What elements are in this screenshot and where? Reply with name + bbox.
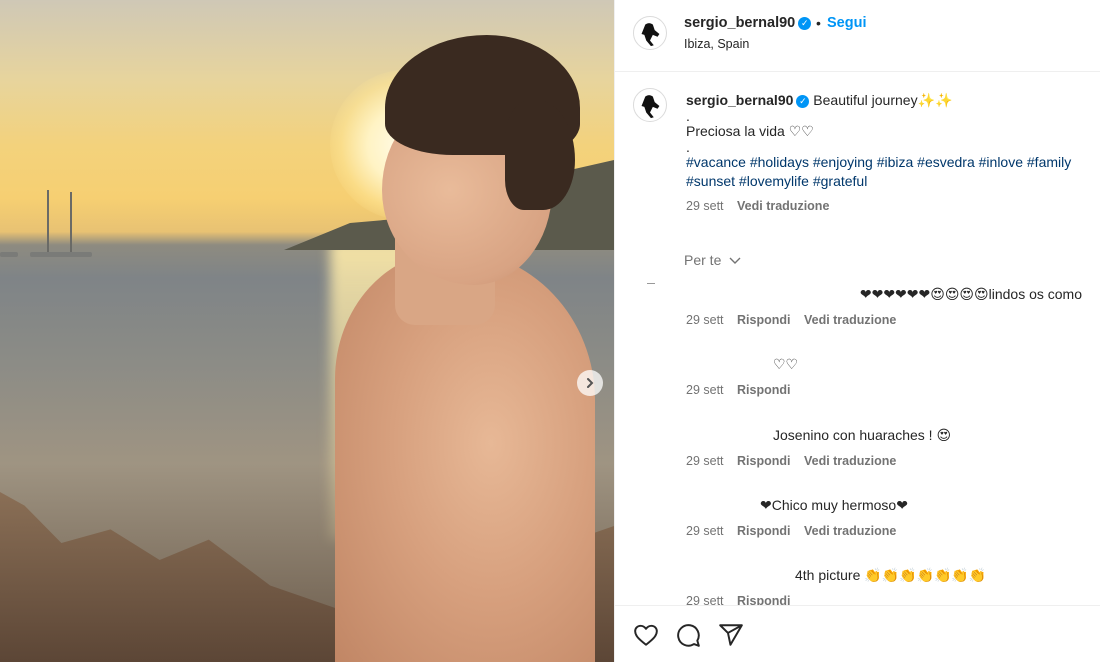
post-side-panel: sergio_bernal90 ✓ • Segui Ibiza, Spain se… [614,0,1100,662]
comment-icon[interactable] [675,622,701,648]
see-translation-link[interactable]: Vedi traduzione [804,524,896,538]
comment-filter-dropdown[interactable]: Per te [684,252,741,268]
chevron-down-icon [729,256,741,268]
share-icon[interactable] [718,622,744,648]
heart-icon[interactable] [633,622,659,648]
divider [647,283,655,284]
caption-text: . [686,139,690,155]
separator-dot: • [816,15,821,31]
comment-meta: 29 sett Rispondi [686,383,1096,397]
avatar[interactable] [633,16,667,50]
reply-button[interactable]: Rispondi [737,594,790,605]
comment-meta: 29 sett Rispondi Vedi traduzione [686,454,1096,468]
see-translation-link[interactable]: Vedi traduzione [737,199,829,213]
timestamp: 29 sett [686,383,724,397]
post-photo[interactable] [0,0,614,662]
action-bar [615,605,1100,662]
verified-badge-icon: ✓ [798,17,812,30]
comment-text: 4th picture 👏👏👏👏👏👏👏 [795,567,987,583]
comment-text: ❤❤❤❤❤❤😍😍😍😍lindos os como [859,286,1082,302]
reply-button[interactable]: Rispondi [737,313,790,327]
comment-text: ♡♡ [773,356,799,372]
chevron-right-icon[interactable] [577,370,603,396]
timestamp: 29 sett [686,313,724,327]
timestamp: 29 sett [686,524,724,538]
caption-meta: 29 sett Vedi traduzione [686,197,1096,216]
location-link[interactable]: Ibiza, Spain [684,37,749,51]
comment-meta: 29 sett Rispondi Vedi traduzione [686,524,1096,538]
caption-text: Preciosa la vida ♡♡ [686,123,814,139]
follow-button[interactable]: Segui [827,15,866,31]
boat-mast [47,190,49,252]
see-translation-link[interactable]: Vedi traduzione [804,454,896,468]
comment-meta: 29 sett Rispondi Vedi traduzione [686,313,1096,327]
timestamp: 29 sett [686,454,724,468]
reply-button[interactable]: Rispondi [737,383,790,397]
comment-meta: 29 sett Rispondi [686,594,1096,605]
hashtags[interactable]: #sunset #lovemylife #grateful [686,172,1096,191]
caption-text: . [686,108,690,124]
timestamp: 29 sett [686,594,724,605]
boat-hull [0,252,18,257]
caption-username[interactable]: sergio_bernal90 [686,92,793,108]
reply-button[interactable]: Rispondi [737,454,790,468]
comment-text: ❤Chico muy hermoso❤ [760,497,908,513]
hashtags[interactable]: #vacance #holidays #enjoying #ibiza #esv… [686,153,1096,172]
comments-list[interactable]: sergio_bernal90 ✓ Beautiful journey✨✨ . P… [615,73,1100,605]
boat-mast [70,192,72,252]
comment-item: ❤Chico muy hermoso❤ 29 sett Rispondi Ved… [686,497,1096,538]
reply-button[interactable]: Rispondi [737,524,790,538]
timestamp: 29 sett [686,199,724,213]
comment-item: Josenino con huaraches ! 😍 29 sett Rispo… [686,427,1096,468]
comment-text: Josenino con huaraches ! 😍 [773,427,952,443]
comment-item: ❤❤❤❤❤❤😍😍😍😍lindos os como 29 sett Rispond… [686,286,1096,327]
username[interactable]: sergio_bernal90 ✓ [684,15,812,31]
avatar[interactable] [633,88,667,122]
see-translation-link[interactable]: Vedi traduzione [804,313,896,327]
post-header: sergio_bernal90 ✓ • Segui Ibiza, Spain [615,0,1100,72]
boat-hull [30,252,92,257]
post-caption: sergio_bernal90 ✓ Beautiful journey✨✨ . P… [686,91,1096,216]
comment-item: ♡♡ 29 sett Rispondi [686,356,1096,397]
caption-text: Beautiful journey✨✨ [813,92,953,108]
comment-filter-label: Per te [684,252,722,268]
verified-badge-icon: ✓ [796,95,810,108]
comment-item: 4th picture 👏👏👏👏👏👏👏 29 sett Rispondi [686,567,1096,605]
